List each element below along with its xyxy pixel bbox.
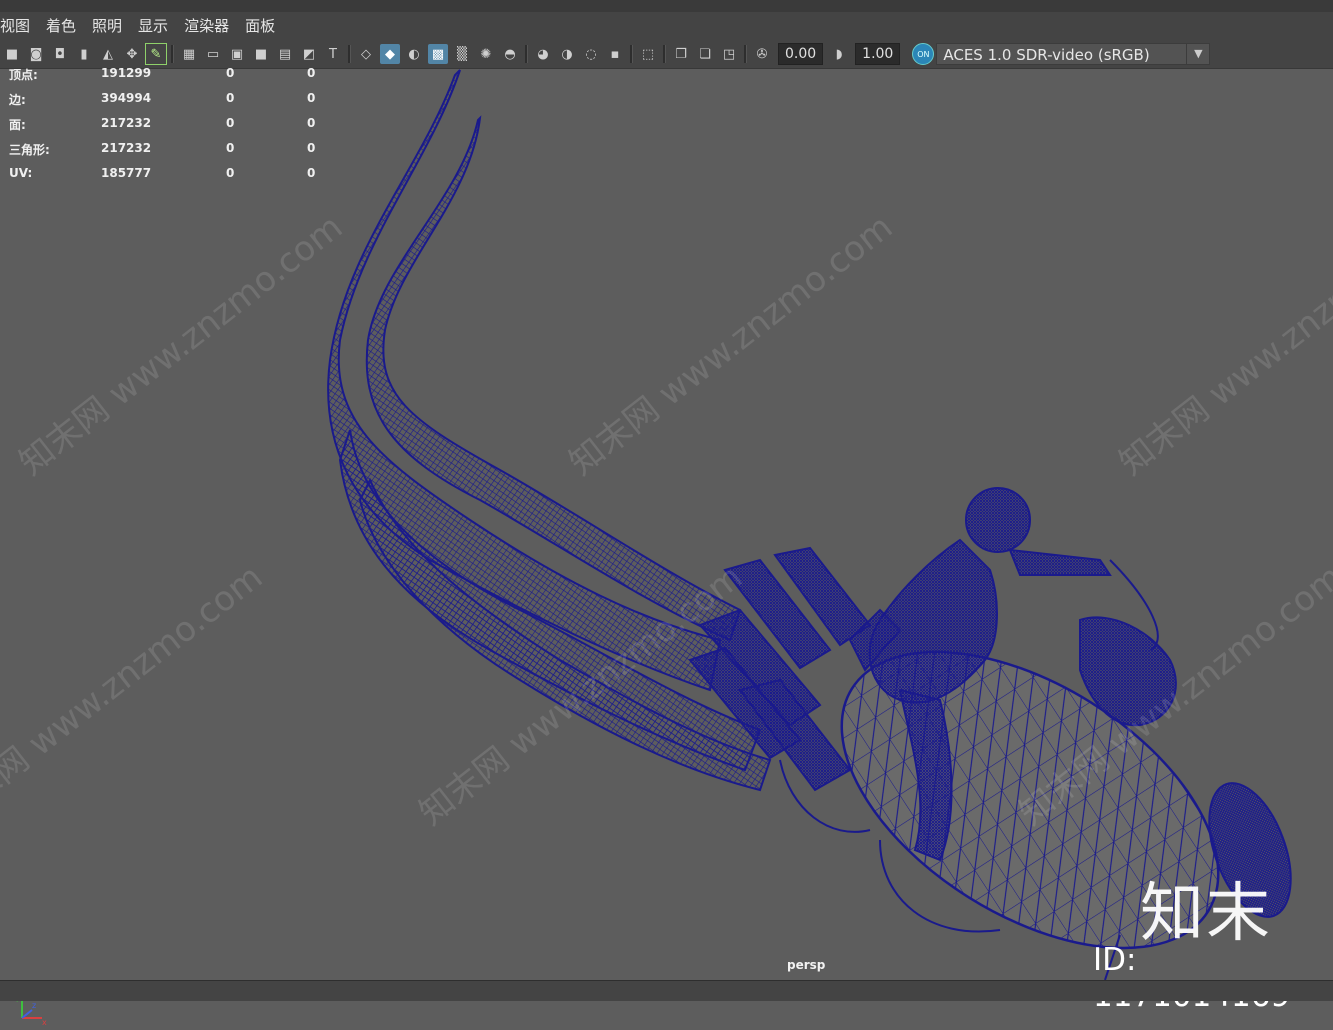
hud-value: 394994 (101, 91, 152, 105)
hud-row-vertices: 顶点: 191299 0 0 (9, 66, 329, 91)
hud-value: 0 (307, 166, 316, 180)
hud-row-edges: 边: 394994 0 0 (9, 91, 329, 116)
wireframe-icon[interactable]: ◇ (356, 44, 376, 64)
hud-value: 0 (307, 91, 316, 105)
axis-x-label: x (42, 1018, 47, 1026)
toolbar-separator (171, 45, 174, 63)
safe-title-icon[interactable]: T (323, 44, 343, 64)
hud-label: 边: (9, 93, 26, 107)
depth-of-field-icon[interactable]: ▪ (605, 44, 625, 64)
color-space-icon[interactable]: ON (912, 43, 935, 65)
hud-value: 0 (226, 91, 235, 105)
xray-joints-icon[interactable]: ❏ (695, 44, 715, 64)
menu-panels[interactable]: 面板 (239, 12, 285, 40)
light-icon[interactable]: ✺ (476, 44, 496, 64)
camera-lock-icon[interactable]: ◘ (50, 44, 70, 64)
hud-value: 0 (307, 116, 316, 130)
wireframe-model (327, 69, 1292, 980)
tentacle-group (327, 69, 772, 792)
exposure-icon[interactable]: ✇ (752, 44, 772, 64)
color-space-select[interactable]: ACES 1.0 SDR-video (sRGB) ▼ (936, 43, 1211, 65)
chevron-down-icon[interactable]: ▼ (1186, 44, 1209, 64)
hud-value: 0 (226, 166, 235, 180)
film-gate-icon[interactable]: ▭ (203, 44, 223, 64)
gate-mask-icon[interactable]: ■ (251, 44, 271, 64)
hud-label: 面: (9, 118, 26, 132)
multisample-aa-icon[interactable]: ◌ (581, 44, 601, 64)
hud-value: 191299 (101, 66, 152, 80)
xray-components-icon[interactable]: ◳ (719, 44, 739, 64)
camera-name-label: persp (787, 958, 826, 972)
two-d-pan-zoom-icon[interactable]: ✥ (122, 44, 142, 64)
camera-attributes-icon[interactable]: ◙ (26, 44, 46, 64)
hud-value: 0 (226, 66, 235, 80)
asset-id-label: ID: 1171014169 (1093, 942, 1290, 1014)
image-plane-icon[interactable]: ◭ (98, 44, 118, 64)
hud-value: 0 (307, 141, 316, 155)
menu-view[interactable]: 视图 (0, 12, 40, 40)
toolbar-separator (348, 45, 351, 63)
hud-value: 217232 (101, 141, 152, 155)
shadows-icon[interactable]: ◓ (500, 44, 520, 64)
hud-label: 三角形: (9, 143, 50, 157)
hud-value: 185777 (101, 166, 152, 180)
panel-toolbar: ■ ◙ ◘ ▮ ◭ ✥ ✎ ▦ ▭ ▣ ■ ▤ ◩ T ◇ ◆ ◐ ▩ ▒ ✺ … (0, 40, 1333, 69)
default-material-icon[interactable]: ◐ (404, 44, 424, 64)
toolbar-separator (663, 45, 666, 63)
toolbar-separator (744, 45, 747, 63)
timeline-strip[interactable] (0, 980, 1333, 1001)
hud-row-faces: 面: 217232 0 0 (9, 116, 329, 141)
hud-value: 217232 (101, 116, 152, 130)
poly-count-hud: 顶点: 191299 0 0 边: 394994 0 0 面: 217232 0… (9, 66, 329, 191)
grease-pencil-icon[interactable]: ✎ (145, 43, 167, 65)
smooth-shade-icon[interactable]: ◆ (380, 44, 400, 64)
hud-label: UV: (9, 166, 33, 180)
gamma-icon[interactable]: ◗ (829, 44, 849, 64)
isolate-icon[interactable]: ⬚ (638, 44, 658, 64)
hud-value: 0 (307, 66, 316, 80)
axis-z-label: z (32, 1001, 36, 1010)
menu-show[interactable]: 显示 (132, 12, 178, 40)
safe-action-icon[interactable]: ◩ (299, 44, 319, 64)
screen-space-ao-icon[interactable]: ◕ (533, 44, 553, 64)
textured-icon[interactable]: ▒ (452, 44, 472, 64)
hud-row-triangles: 三角形: 217232 0 0 (9, 141, 329, 166)
3d-viewport[interactable]: 知末网 www.znzmo.com 知末网 www.znzmo.com 知末网 … (0, 68, 1333, 1027)
color-space-value: ACES 1.0 SDR-video (sRGB) (943, 46, 1150, 64)
bookmark-icon[interactable]: ▮ (74, 44, 94, 64)
motion-blur-icon[interactable]: ◑ (557, 44, 577, 64)
hud-value: 0 (226, 141, 235, 155)
gamma-field[interactable]: 1.00 (855, 43, 901, 65)
menu-shading[interactable]: 着色 (40, 12, 86, 40)
wireframe-on-shaded-icon[interactable]: ▩ (428, 44, 448, 64)
toolbar-separator (525, 45, 528, 63)
xray-icon[interactable]: ❐ (671, 44, 691, 64)
brand-logo: 知末 (1140, 877, 1272, 951)
menu-lighting[interactable]: 照明 (86, 12, 132, 40)
grid-icon[interactable]: ▦ (179, 44, 199, 64)
field-chart-icon[interactable]: ▤ (275, 44, 295, 64)
select-camera-icon[interactable]: ■ (2, 44, 22, 64)
hud-value: 0 (226, 116, 235, 130)
resolution-gate-icon[interactable]: ▣ (227, 44, 247, 64)
hud-label: 顶点: (9, 68, 38, 82)
menu-renderer[interactable]: 渲染器 (178, 12, 239, 40)
toolbar-separator (630, 45, 633, 63)
exposure-field[interactable]: 0.00 (778, 43, 824, 65)
hud-row-uvs: UV: 185777 0 0 (9, 166, 329, 191)
panel-menubar: 视图 着色 照明 显示 渲染器 面板 (0, 12, 1333, 40)
